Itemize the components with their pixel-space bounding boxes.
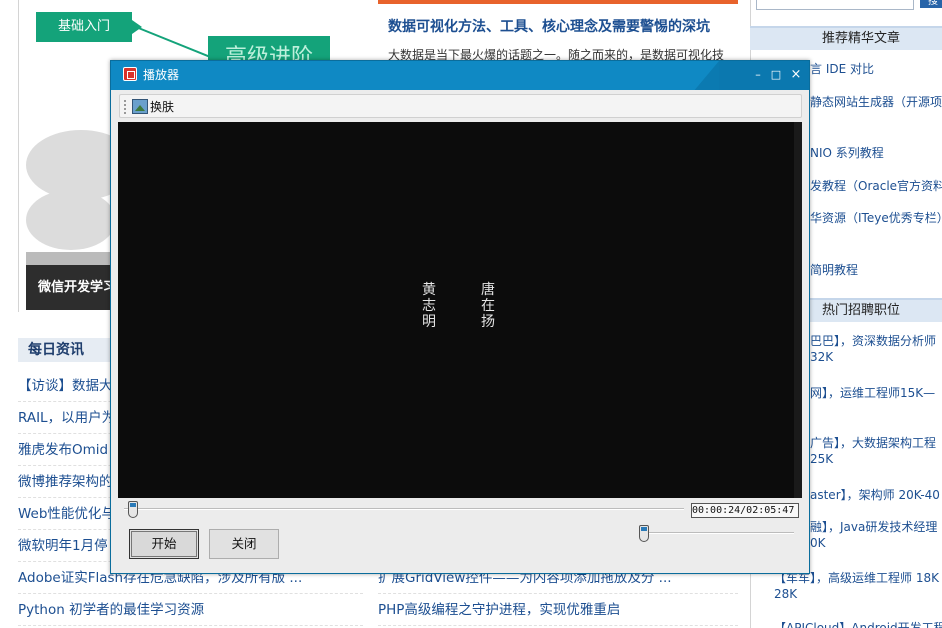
close-button[interactable]: × — [787, 67, 805, 83]
credit-name-right: 唐在扬 — [481, 282, 495, 330]
list-item[interactable]: PHP高级编程之守护进程，实现优雅重启 — [378, 594, 738, 626]
decor-circle — [26, 190, 116, 250]
job-link[interactable]: 28K — [774, 587, 797, 601]
credit-name-left: 黄志明 — [422, 282, 436, 330]
title-tab — [111, 61, 719, 90]
maximize-button[interactable]: □ — [767, 67, 785, 83]
sidebar-link[interactable]: 简明教程 — [810, 261, 858, 278]
change-skin-button[interactable]: 换肤 — [150, 98, 174, 115]
sidebar-link[interactable]: 华资源（ITeye优秀专栏） — [810, 209, 942, 226]
progress-slider-thumb[interactable] — [127, 501, 138, 518]
player-app-icon — [123, 67, 137, 81]
sidebar-link[interactable]: 发教程（Oracle官方资料 — [810, 177, 942, 194]
image-icon — [132, 99, 148, 114]
job-link[interactable]: 网】，运维工程师15K— — [810, 384, 935, 401]
video-edge — [794, 122, 802, 498]
job-link[interactable]: 融】，Java研发技术经理 — [810, 518, 937, 535]
job-link[interactable]: 巴巴】，资深数据分析师 — [810, 332, 936, 349]
job-link[interactable]: aster】，架构师 20K-40 — [810, 486, 940, 503]
close-player-button[interactable]: 关闭 — [209, 529, 279, 559]
progress-track[interactable] — [124, 508, 684, 510]
sidebar-link[interactable]: 言 IDE 对比 — [810, 60, 874, 77]
search-input[interactable] — [756, 0, 914, 10]
sidebar-link[interactable]: NIO 系列教程 — [810, 144, 884, 161]
volume-slider-thumb[interactable] — [639, 525, 649, 542]
minimize-button[interactable]: – — [749, 67, 767, 83]
toolbar: 换肤 — [119, 94, 802, 118]
toolbar-grip[interactable] — [124, 100, 126, 114]
tag-basic: 基础入门 — [36, 12, 142, 42]
accent-bar — [378, 0, 738, 4]
column-border — [18, 0, 19, 312]
time-display: 00:00:24/02:05:47 — [691, 503, 799, 518]
job-link[interactable]: 广告】，大数据架构工程 — [810, 434, 936, 451]
sidebar-link[interactable]: 静态网站生成器（开源项 — [810, 93, 942, 110]
search-button[interactable]: 搜 — [920, 0, 942, 8]
volume-track[interactable] — [639, 532, 794, 534]
window-title: 播放器 — [143, 68, 180, 82]
job-link[interactable]: 【APICloud】Android开发工程 — [774, 619, 942, 628]
job-link[interactable]: 25K — [810, 452, 833, 466]
article-title[interactable]: 数据可视化方法、工具、核心理念及需要警惕的深坑 — [388, 16, 710, 36]
job-link[interactable]: 32K — [810, 350, 833, 364]
player-window: 播放器 – □ × 换肤 黄志明 唐在扬 00:00:24/02:05:47 开… — [110, 60, 810, 574]
job-link[interactable]: 0K — [810, 536, 826, 550]
recommended-heading: 推荐精华文章 — [750, 26, 942, 50]
start-button[interactable]: 开始 — [129, 529, 199, 559]
title-bar[interactable]: 播放器 – □ × — [111, 61, 809, 90]
list-item[interactable]: Python 初学者的最佳学习资源 — [18, 594, 363, 626]
video-area[interactable]: 黄志明 唐在扬 — [118, 122, 802, 498]
